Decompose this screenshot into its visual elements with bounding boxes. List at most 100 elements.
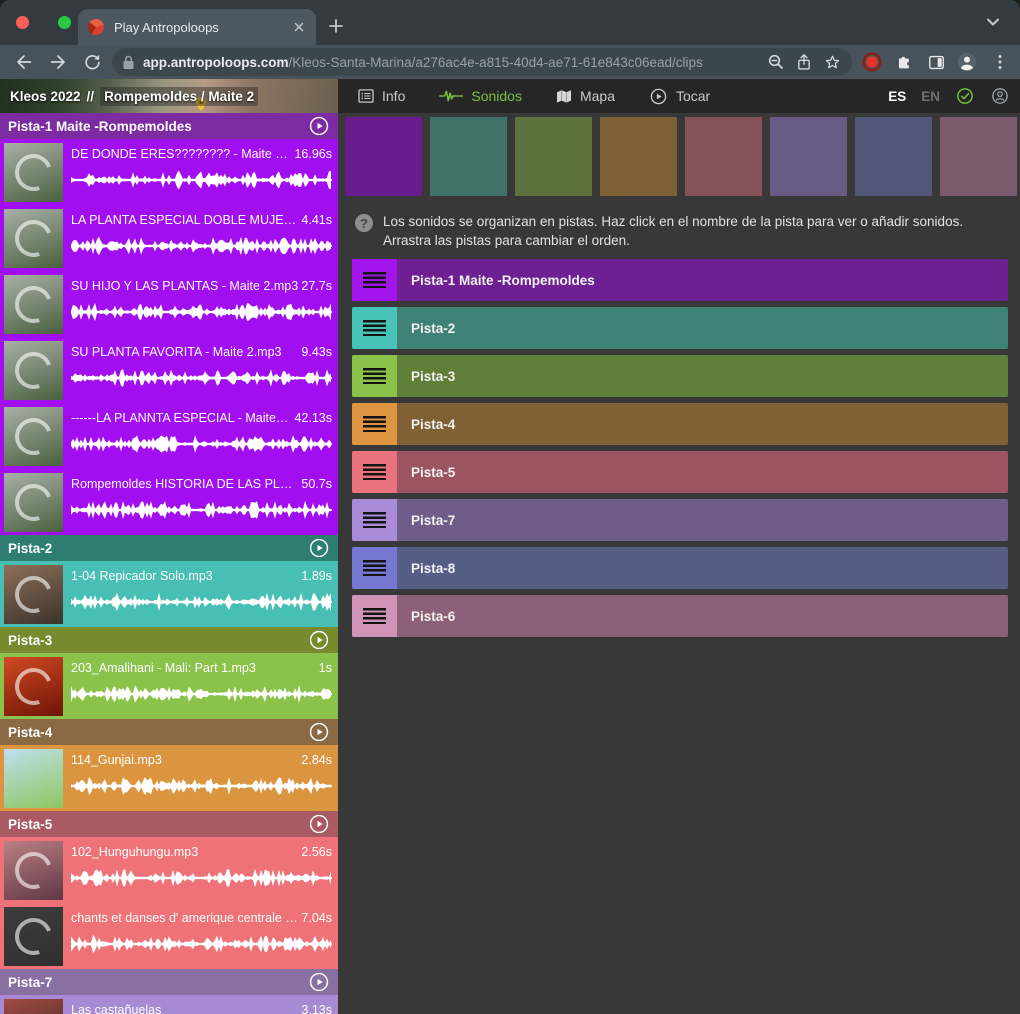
- lang-es-button[interactable]: ES: [888, 89, 906, 104]
- clip-thumbnail: [4, 999, 63, 1014]
- track-name: Pista-5: [8, 817, 308, 832]
- tab-close-icon[interactable]: [292, 20, 306, 34]
- track-row-pista1[interactable]: Pista-1 Maite -Rompemoldes: [352, 259, 1008, 301]
- clip-thumbnail: [4, 657, 63, 716]
- play-track-button[interactable]: [308, 629, 330, 651]
- drag-handle-icon: [363, 464, 386, 480]
- clip-waveform: [71, 684, 332, 704]
- clip-duration: 16.96s: [294, 147, 332, 161]
- drag-handle[interactable]: [352, 355, 397, 397]
- track-row-pista3[interactable]: Pista-3: [352, 355, 1008, 397]
- track-header-pista4[interactable]: Pista-4: [0, 719, 338, 745]
- track-name: Pista-2: [8, 541, 308, 556]
- clip-duration: 7.04s: [301, 911, 332, 925]
- tab-mapa[interactable]: Mapa: [556, 88, 615, 104]
- tab-sonidos[interactable]: Sonidos: [439, 88, 522, 104]
- clip-item[interactable]: Las castañuelas3.13s: [0, 995, 338, 1014]
- lang-en-button[interactable]: EN: [921, 89, 940, 104]
- new-tab-button[interactable]: [324, 14, 348, 38]
- clip-item[interactable]: SU PLANTA FAVORITA - Maite 2.mp39.43s: [0, 337, 338, 403]
- clip-item[interactable]: 114_Gunjai.mp32.84s: [0, 745, 338, 811]
- reload-button[interactable]: [80, 50, 104, 74]
- play-track-button[interactable]: [308, 721, 330, 743]
- clip-duration: 3.13s: [301, 1003, 332, 1014]
- back-button[interactable]: [12, 50, 36, 74]
- track-row-list: Pista-1 Maite -Rompemoldes Pista-2 Pista…: [352, 259, 1008, 637]
- share-icon[interactable]: [795, 53, 813, 72]
- play-track-button[interactable]: [308, 537, 330, 559]
- header-right: ES EN: [888, 86, 1020, 106]
- track-row-label: Pista-1 Maite -Rompemoldes: [411, 273, 595, 288]
- drag-handle[interactable]: [352, 499, 397, 541]
- track-header-pista2[interactable]: Pista-2: [0, 535, 338, 561]
- extensions-puzzle-icon[interactable]: [892, 50, 916, 74]
- side-panel-icon[interactable]: [924, 50, 948, 74]
- track-row-pista5[interactable]: Pista-5: [352, 451, 1008, 493]
- track-body-pista5: 102_Hunguhungu.mp32.56s chants et danses…: [0, 837, 338, 969]
- tab-info[interactable]: Info: [358, 88, 405, 104]
- clip-item[interactable]: chants et danses d' amerique centrale - …: [0, 903, 338, 969]
- track-header-pista3[interactable]: Pista-3: [0, 627, 338, 653]
- track-color-swatch: [600, 117, 677, 196]
- play-track-button[interactable]: [308, 971, 330, 993]
- track-row-label: Pista-8: [411, 561, 455, 576]
- clip-waveform: [71, 500, 332, 520]
- saved-check-icon[interactable]: [955, 86, 975, 106]
- play-track-button[interactable]: [308, 813, 330, 835]
- drag-handle-icon: [363, 608, 386, 624]
- clip-duration: 27.7s: [301, 279, 332, 293]
- track-row-label: Pista-3: [411, 369, 455, 384]
- drag-handle[interactable]: [352, 259, 397, 301]
- clip-duration: 1.89s: [301, 569, 332, 583]
- clip-item[interactable]: 102_Hunguhungu.mp32.56s: [0, 837, 338, 903]
- drag-handle[interactable]: [352, 403, 397, 445]
- clip-duration: 50.7s: [301, 477, 332, 491]
- close-window-button[interactable]: [16, 16, 29, 29]
- clip-item[interactable]: 1-04 Repicador Solo.mp31.89s: [0, 561, 338, 627]
- track-header-pista5[interactable]: Pista-5: [0, 811, 338, 837]
- clip-title: Las castañuelas: [71, 1003, 298, 1014]
- track-name: Pista-1 Maite -Rompemoldes: [8, 119, 308, 134]
- drag-handle[interactable]: [352, 307, 397, 349]
- forward-button[interactable]: [46, 50, 70, 74]
- clip-item[interactable]: Rompemoldes HISTORIA DE LAS PLANTAS...50…: [0, 469, 338, 535]
- clip-item[interactable]: ------LA PLANNTA ESPECIAL - Maite 2.mp34…: [0, 403, 338, 469]
- clip-item[interactable]: 203_Amalihani - Mali: Part 1.mp31s: [0, 653, 338, 719]
- clip-item[interactable]: LA PLANTA ESPECIAL DOBLE MUJER - Mai...4…: [0, 205, 338, 271]
- record-extension-icon[interactable]: [860, 50, 884, 74]
- tab-favicon-icon: [88, 19, 104, 35]
- clip-item[interactable]: DE DONDE ERES???????? - Maite 2.mp316.96…: [0, 139, 338, 205]
- drag-handle-icon: [363, 272, 386, 288]
- track-header-pista7[interactable]: Pista-7: [0, 969, 338, 995]
- track-row-pista6[interactable]: Pista-6: [352, 595, 1008, 637]
- bookmark-star-icon[interactable]: [823, 53, 842, 72]
- track-color-swatch: [940, 117, 1017, 196]
- clip-title: chants et danses d' amerique centrale - …: [71, 911, 298, 925]
- play-track-button[interactable]: [308, 115, 330, 137]
- clip-thumbnail: [4, 341, 63, 400]
- clip-thumbnail: [4, 143, 63, 202]
- track-color-swatch: [855, 117, 932, 196]
- track-row-pista7[interactable]: Pista-7: [352, 499, 1008, 541]
- track-row-pista2[interactable]: Pista-2: [352, 307, 1008, 349]
- tab-search-chevron-icon[interactable]: [986, 17, 1000, 27]
- drag-handle[interactable]: [352, 595, 397, 637]
- clip-item[interactable]: SU HIJO Y LAS PLANTAS - Maite 2.mp327.7s: [0, 271, 338, 337]
- project-banner[interactable]: Kleos 2022//Rompemoldes / Maite 2: [0, 79, 338, 113]
- minimize-window-button[interactable]: [37, 16, 50, 29]
- drag-handle[interactable]: [352, 547, 397, 589]
- track-header-pista1[interactable]: Pista-1 Maite -Rompemoldes: [0, 113, 338, 139]
- clip-title: ------LA PLANNTA ESPECIAL - Maite 2.mp3: [71, 411, 291, 425]
- profile-avatar-icon[interactable]: [955, 50, 979, 74]
- browser-tab[interactable]: Play Antropoloops: [78, 9, 316, 45]
- track-row-pista4[interactable]: Pista-4: [352, 403, 1008, 445]
- zoom-out-icon[interactable]: [767, 53, 785, 71]
- zoom-window-button[interactable]: [58, 16, 71, 29]
- account-icon[interactable]: [990, 86, 1010, 106]
- drag-handle[interactable]: [352, 451, 397, 493]
- clip-duration: 1s: [319, 661, 332, 675]
- track-row-pista8[interactable]: Pista-8: [352, 547, 1008, 589]
- tab-tocar[interactable]: Tocar: [649, 87, 710, 106]
- url-bar[interactable]: app.antropoloops.com/Kleos-Santa-Marina/…: [112, 48, 852, 76]
- browser-menu-icon[interactable]: [988, 50, 1012, 74]
